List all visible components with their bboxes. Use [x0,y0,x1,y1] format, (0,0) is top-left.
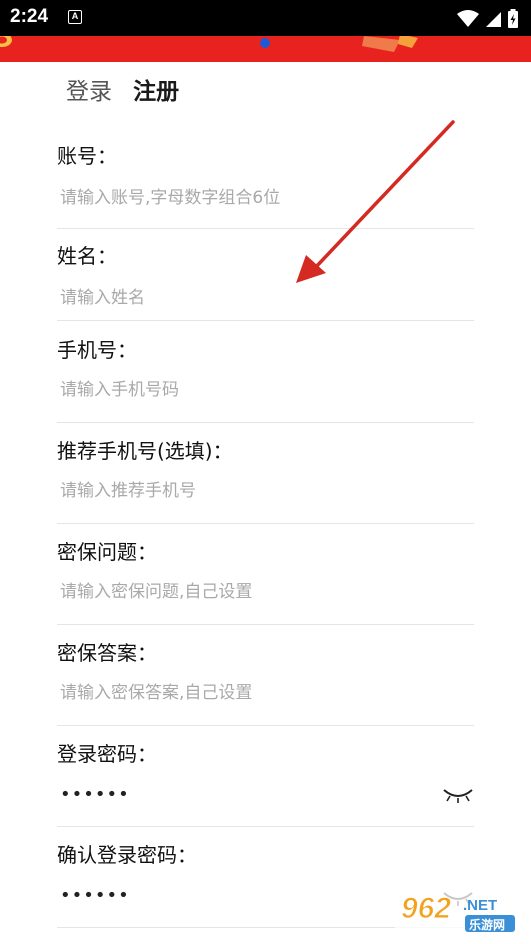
phone-input[interactable] [60,380,420,400]
security-answer-label: 密保答案： [57,641,157,665]
confirm-password-input[interactable]: •••••• [60,885,130,906]
svg-text:.NET: .NET [463,897,497,914]
phone-field: 手机号： [57,334,474,423]
security-question-input[interactable] [60,582,420,602]
name-input[interactable] [60,288,420,308]
referrer-phone-input[interactable] [60,481,420,501]
security-question-field: 密保问题： [57,536,474,625]
status-indicators [456,8,519,29]
password-input[interactable]: •••••• [60,784,130,805]
phone-label: 手机号： [57,338,137,362]
password-label: 登录密码： [57,742,157,766]
security-answer-field: 密保答案： [57,637,474,726]
password-field: 登录密码： •••••• [57,738,474,827]
banner-decoration [362,36,418,52]
auth-tabs: 登录 注册 [66,72,195,105]
security-answer-input[interactable] [60,683,420,703]
name-label: 姓名： [57,244,117,268]
header-banner [0,36,531,62]
arrow-icon [296,120,455,283]
referrer-phone-field: 推荐手机号(选填)： [57,435,474,524]
wifi-icon [456,9,479,27]
banner-page-indicator [260,38,270,48]
app-notification-icon: A [68,10,82,24]
eye-closed-icon[interactable] [442,786,474,804]
battery-icon [508,8,518,28]
status-bar: 2:24 A [0,0,531,36]
security-question-label: 密保问题： [57,540,157,564]
svg-text:乐游网: 乐游网 [469,917,505,932]
tab-login[interactable]: 登录 [66,72,112,106]
status-time: 2:24 [10,6,49,27]
confirm-password-label: 确认登录密码： [57,843,197,867]
referrer-phone-label: 推荐手机号(选填)： [57,439,233,463]
svg-text:962: 962 [401,892,451,925]
tab-register[interactable]: 注册 [133,72,179,106]
account-label: 账号： [57,144,117,168]
watermark-logo: 962 .NET 乐游网 [395,888,525,940]
signal-icon [485,11,501,27]
banner-decoration [0,36,12,47]
